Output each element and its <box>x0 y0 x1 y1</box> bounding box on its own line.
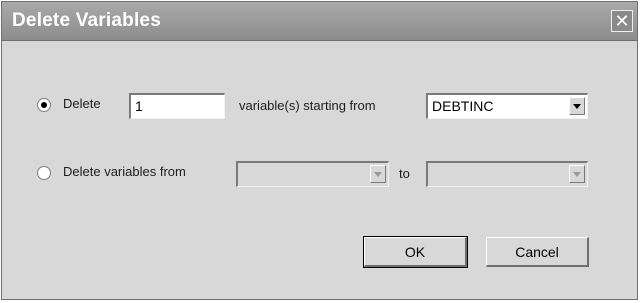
to-label: to <box>399 166 410 181</box>
chevron-down-icon <box>374 171 382 177</box>
from-variable-select[interactable] <box>236 161 389 187</box>
ok-button[interactable]: OK <box>363 236 468 268</box>
start-variable-select[interactable]: DEBTINC <box>426 93 588 119</box>
dialog-title: Delete Variables <box>12 10 161 31</box>
to-variable-dropdown-button[interactable] <box>569 165 585 183</box>
delete-count-label[interactable]: Delete <box>63 96 101 111</box>
delete-range-label[interactable]: Delete variables from <box>63 164 186 179</box>
starting-from-label: variable(s) starting from <box>239 98 376 113</box>
close-icon: ✕ <box>614 11 630 31</box>
delete-range-radio[interactable] <box>37 166 51 180</box>
close-button[interactable]: ✕ <box>611 10 633 32</box>
delete-variables-dialog: Delete Variables ✕ Delete 1 variable(s) … <box>1 1 638 300</box>
cancel-button[interactable]: Cancel <box>486 237 589 267</box>
chevron-down-icon <box>573 171 581 177</box>
title-bar[interactable]: Delete Variables ✕ <box>2 2 637 41</box>
to-variable-select[interactable] <box>426 161 588 187</box>
start-variable-value: DEBTINC <box>432 98 494 114</box>
chevron-down-icon <box>573 103 581 109</box>
delete-count-radio[interactable] <box>37 98 51 112</box>
start-variable-dropdown-button[interactable] <box>569 97 585 115</box>
delete-count-value: 1 <box>135 98 143 114</box>
delete-count-label-text: Delete <box>63 96 101 111</box>
from-variable-dropdown-button[interactable] <box>370 165 386 183</box>
delete-count-input[interactable]: 1 <box>129 93 225 119</box>
